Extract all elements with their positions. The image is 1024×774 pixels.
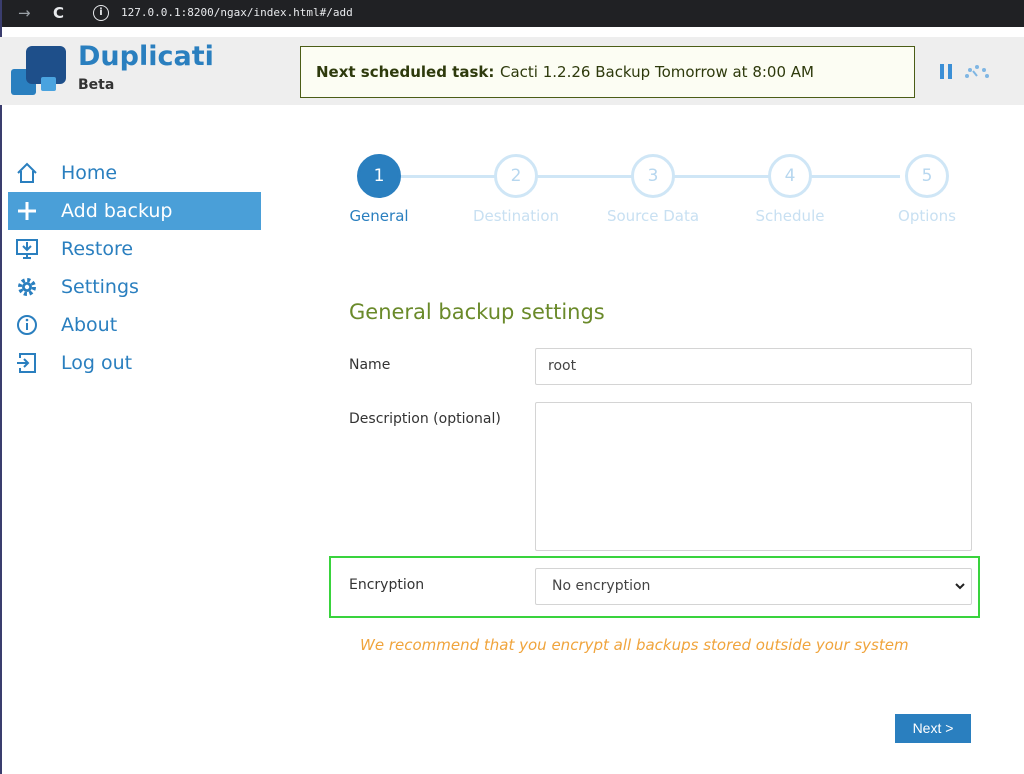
sidebar-item-home[interactable]: Home <box>8 154 261 192</box>
browser-toolbar: → C i 127.0.0.1:8200/ngax/index.html#/ad… <box>0 0 1024 27</box>
step-4-circle[interactable]: 4 <box>768 154 812 198</box>
step-3-circle[interactable]: 3 <box>631 154 675 198</box>
step-1-circle[interactable]: 1 <box>357 154 401 198</box>
description-textarea[interactable] <box>535 402 972 551</box>
step-5-label[interactable]: Options <box>857 207 997 225</box>
sidebar-item-about[interactable]: About <box>8 306 261 344</box>
pause-icon[interactable] <box>940 64 952 79</box>
gear-icon <box>18 278 36 296</box>
name-input[interactable]: root <box>535 348 972 385</box>
encryption-warning: We recommend that you encrypt all backup… <box>360 636 909 654</box>
step-5-circle[interactable]: 5 <box>905 154 949 198</box>
next-button[interactable]: Next > <box>895 714 971 743</box>
next-scheduled-task: Next scheduled task: Cacti 1.2.26 Backup… <box>300 46 915 98</box>
sidebar-item-label: Add backup <box>61 200 173 222</box>
sidebar-item-label: Home <box>61 162 118 184</box>
sidebar-item-label: Settings <box>61 276 139 298</box>
plus-icon <box>18 202 36 220</box>
address-bar[interactable]: 127.0.0.1:8200/ngax/index.html#/add <box>121 6 353 19</box>
section-title: General backup settings <box>349 300 605 324</box>
home-icon <box>17 162 37 183</box>
forward-arrow-icon[interactable]: → <box>18 4 31 22</box>
encryption-select-value: No encryption <box>552 578 651 594</box>
app-edition: Beta <box>78 77 115 93</box>
logout-icon <box>17 353 36 373</box>
logo-small-square <box>41 77 56 91</box>
step-2-label[interactable]: Destination <box>446 207 586 225</box>
step-3-label[interactable]: Source Data <box>583 207 723 225</box>
site-info-icon[interactable]: i <box>93 5 109 21</box>
description-label: Description (optional) <box>349 411 501 427</box>
schedule-text[interactable]: Cacti 1.2.26 Backup Tomorrow at 8:00 AM <box>500 63 814 81</box>
step-1-label[interactable]: General <box>309 207 449 225</box>
encryption-label: Encryption <box>349 577 425 593</box>
sidebar-item-label: Restore <box>61 238 134 260</box>
chevron-down-icon <box>955 583 965 590</box>
step-2-circle[interactable]: 2 <box>494 154 538 198</box>
sidebar-item-settings[interactable]: Settings <box>8 268 261 306</box>
throttle-icon[interactable] <box>963 63 991 79</box>
sidebar-item-log-out[interactable]: Log out <box>8 344 261 382</box>
restore-icon <box>16 239 38 259</box>
schedule-label: Next scheduled task: <box>316 63 495 81</box>
sidebar-item-restore[interactable]: Restore <box>8 230 261 268</box>
reload-icon[interactable]: C <box>53 4 64 22</box>
name-label: Name <box>349 357 391 373</box>
info-icon <box>17 315 37 335</box>
window-edge <box>0 0 2 774</box>
step-4-label[interactable]: Schedule <box>720 207 860 225</box>
app-name: Duplicati <box>78 41 214 72</box>
sidebar-item-label: About <box>61 314 118 336</box>
sidebar-item-label: Log out <box>61 352 133 374</box>
sidebar-item-add-backup[interactable]: Add backup <box>8 192 261 230</box>
encryption-select[interactable]: No encryption <box>535 568 972 605</box>
